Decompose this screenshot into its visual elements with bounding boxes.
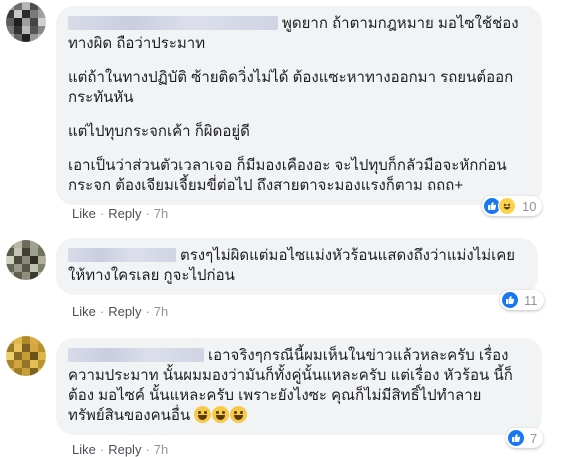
timestamp[interactable]: 7h — [154, 442, 168, 457]
reaction-summary[interactable]: 10 — [482, 196, 543, 216]
reaction-summary[interactable]: 11 — [500, 290, 544, 310]
separator-dot: · — [145, 206, 150, 221]
comment-actions: Like · Reply · 7h — [72, 304, 168, 319]
comment-paragraph: ตรงๆไม่ผิดแต่มอไซแม่งหัวร้อนแสดงถึงว่าแม… — [68, 247, 516, 284]
separator-dot: · — [99, 442, 105, 457]
grinning-face-icon — [230, 406, 248, 423]
author-name-redacted[interactable] — [68, 348, 204, 362]
avatar[interactable] — [6, 2, 46, 42]
comment-actions: Like · Reply · 7h — [72, 442, 168, 457]
timestamp[interactable]: 7h — [154, 206, 168, 221]
author-name-redacted[interactable] — [68, 16, 278, 30]
like-icon — [502, 292, 518, 308]
separator-dot: · — [145, 442, 150, 457]
author-name-redacted[interactable] — [68, 248, 176, 262]
separator-dot: · — [145, 304, 150, 319]
reply-link[interactable]: Reply — [108, 442, 141, 457]
reaction-count: 11 — [524, 292, 538, 308]
comment-paragraph: แต่ไปทุบกระจกเค้า ก็ผิดอยู่ดี — [68, 123, 250, 140]
avatar[interactable] — [6, 240, 46, 280]
like-icon — [508, 430, 524, 446]
like-link[interactable]: Like — [72, 206, 96, 221]
reply-link[interactable]: Reply — [108, 304, 141, 319]
grinning-face-icon — [212, 406, 230, 423]
comment-bubble: พูดยาก ถ้าตามกฎหมาย มอไซใช้ช่องทางผิด ถื… — [56, 6, 542, 205]
reaction-summary[interactable]: 7 — [506, 428, 544, 448]
comment-paragraph: พูดยาก ถ้าตามกฎหมาย มอไซใช้ช่องทางผิด ถื… — [68, 15, 519, 52]
comment-bubble: เอาจริงๆกรณีนี้ผมเห็นในข่าวแล้วหละครับ เ… — [56, 338, 542, 435]
separator-dot: · — [99, 206, 105, 221]
comment-actions: Like · Reply · 7h — [72, 206, 168, 221]
haha-icon — [498, 197, 516, 215]
reaction-count: 10 — [522, 198, 537, 214]
reply-link[interactable]: Reply — [108, 206, 141, 221]
comment-paragraph: แต่ถ้าในทางปฏิบัติ ซ้ายติดวิ่งไม่ได้ ต้อ… — [68, 69, 514, 106]
timestamp[interactable]: 7h — [154, 304, 168, 319]
comment-bubble: ตรงๆไม่ผิดแต่มอไซแม่งหัวร้อนแสดงถึงว่าแม… — [56, 238, 538, 295]
reaction-count: 7 — [530, 430, 538, 446]
comment-paragraph: เอาจริงๆกรณีนี้ผมเห็นในข่าวแล้วหละครับ เ… — [68, 347, 513, 424]
avatar[interactable] — [6, 336, 46, 376]
comment-paragraph: เอาเป็นว่าส่วนตัวเวลาเจอ ก็มีมองเคืองอะ … — [68, 157, 507, 194]
like-link[interactable]: Like — [72, 304, 96, 319]
like-link[interactable]: Like — [72, 442, 96, 457]
separator-dot: · — [99, 304, 105, 319]
grinning-face-icon — [194, 406, 212, 423]
